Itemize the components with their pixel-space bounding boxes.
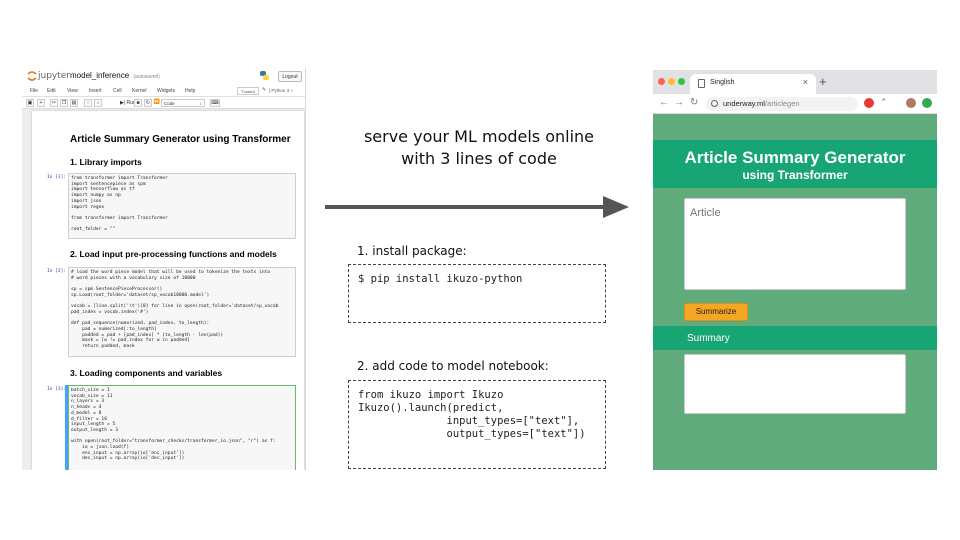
tab-title: Singlish [710,79,735,86]
menu-widgets[interactable]: Widgets [157,88,175,94]
fast-forward-icon[interactable]: ⏩ [153,99,161,107]
summarize-button[interactable]: Summarize [684,303,748,321]
add-cell-icon[interactable]: + [37,99,45,107]
python-logo-icon [260,71,269,80]
extension-arrow-icon[interactable]: ⌃ [880,97,888,108]
step-2-label: 2. add code to model notebook: [357,359,549,373]
article-input[interactable] [684,198,906,290]
url-bar[interactable]: underway.ml/articlegen [706,97,858,111]
stop-icon[interactable]: ■ [134,99,142,107]
summary-label: Summary [687,333,730,344]
app-title: Article Summary Generator [684,148,906,167]
menu-view[interactable]: View [67,88,78,94]
app-banner: Article Summary Generator using Transfor… [653,140,937,188]
summary-bar: Summary [653,326,937,350]
save-status: (autosaved) [133,74,160,80]
restart-icon[interactable]: ↻ [144,99,152,107]
logout-button[interactable]: Logout [278,71,302,82]
app-page: Article Summary Generator using Transfor… [653,114,937,470]
cell-prompt-2: In [2]: [47,269,66,274]
tagline-line-2: with 3 lines of code [401,149,557,168]
profile-avatar[interactable] [906,98,916,108]
extension-green-icon[interactable] [922,98,932,108]
right-arrow-icon [325,196,629,218]
install-code-box: $ pip install ikuzo-python [348,264,606,323]
cut-icon[interactable]: ✂ [50,99,58,107]
move-up-icon[interactable]: ↑ [84,99,92,107]
browser-window: Singlish × + ← → ↻ underway.ml/articlege… [653,70,937,470]
menu-cell[interactable]: Cell [113,88,122,94]
kernel-indicator: | Python 3 ○ [269,88,294,93]
move-down-icon[interactable]: ↓ [94,99,102,107]
tagline-line-1: serve your ML models online [363,127,595,146]
section-heading-3: 3. Loading components and variables [70,368,223,378]
copy-icon[interactable]: ❐ [60,99,68,107]
jupyter-menubar: File Edit View Insert Cell Kernel Widget… [22,85,305,97]
forward-icon[interactable]: → [674,97,684,108]
step-1-label: 1. install package: [357,244,467,258]
maximize-window-icon[interactable] [678,78,685,85]
code-cell-1[interactable]: from transformer import Transformer impo… [68,173,296,239]
install-command: $ pip install ikuzo-python [358,273,523,285]
keyboard-icon[interactable]: ⌨ [210,99,220,107]
menu-kernel[interactable]: Kernel [132,88,146,94]
jupyter-notebook-window: jupyter model_inference (autosaved) Logo… [22,68,306,470]
cell-prompt-1: In [1]: [47,175,66,180]
summary-output[interactable] [684,354,906,414]
pencil-icon[interactable]: ✎ [262,87,266,93]
save-icon[interactable]: ▣ [26,99,34,107]
paste-icon[interactable]: ▤ [70,99,78,107]
back-icon[interactable]: ← [659,97,669,108]
trusted-badge[interactable]: Trusted [237,87,259,95]
jupyter-brand: jupyter [38,71,71,81]
jupyter-header: jupyter model_inference (autosaved) Logo… [22,68,305,85]
section-heading-1: 1. Library imports [70,157,142,167]
notebook-name[interactable]: model_inference (autosaved) [70,71,160,80]
minimize-window-icon[interactable] [668,78,675,85]
menu-help[interactable]: Help [185,88,195,94]
jupyter-toolbar: ▣ + ✂ ❐ ▤ ↑ ↓ ▶| Run ■ ↻ ⏩ Code ↕ ⌨ [22,97,305,109]
url-text: underway.ml/articlegen [723,99,800,108]
tab-close-icon[interactable]: × [803,77,808,87]
extension-icon[interactable] [864,98,874,108]
browser-address-bar: ← → ↻ underway.ml/articlegen ⌃ [653,94,937,114]
tagline: serve your ML models online with 3 lines… [333,126,625,170]
app-subtitle: using Transformer [742,168,848,182]
menu-edit[interactable]: Edit [47,88,56,94]
section-heading-2: 2. Load input pre-processing functions a… [70,249,277,259]
menu-insert[interactable]: Insert [89,88,102,94]
browser-tab-bar: Singlish × + [653,70,937,94]
close-window-icon[interactable] [658,78,665,85]
site-info-icon[interactable] [711,100,718,107]
cell-type-select[interactable]: Code ↕ [161,99,205,107]
browser-tab[interactable]: Singlish × [690,74,816,94]
launch-code: from ikuzo import Ikuzo Ikuzo().launch(p… [358,389,586,440]
reload-icon[interactable]: ↻ [690,97,698,108]
code-cell-2[interactable]: # load the word piece model that will be… [68,267,296,357]
notebook-title: Article Summary Generator using Transfor… [70,134,291,145]
code-cell-3[interactable]: batch_size = 1 vocab_size = 11 n_layers … [68,385,296,470]
menu-file[interactable]: File [30,88,38,94]
notebook-code-box: from ikuzo import Ikuzo Ikuzo().launch(p… [348,380,606,469]
page-icon [698,79,705,88]
jupyter-logo-icon [27,71,37,81]
new-tab-icon[interactable]: + [819,74,827,89]
notebook-page: Article Summary Generator using Transfor… [32,111,304,470]
cell-prompt-3: In [3]: [47,387,66,392]
